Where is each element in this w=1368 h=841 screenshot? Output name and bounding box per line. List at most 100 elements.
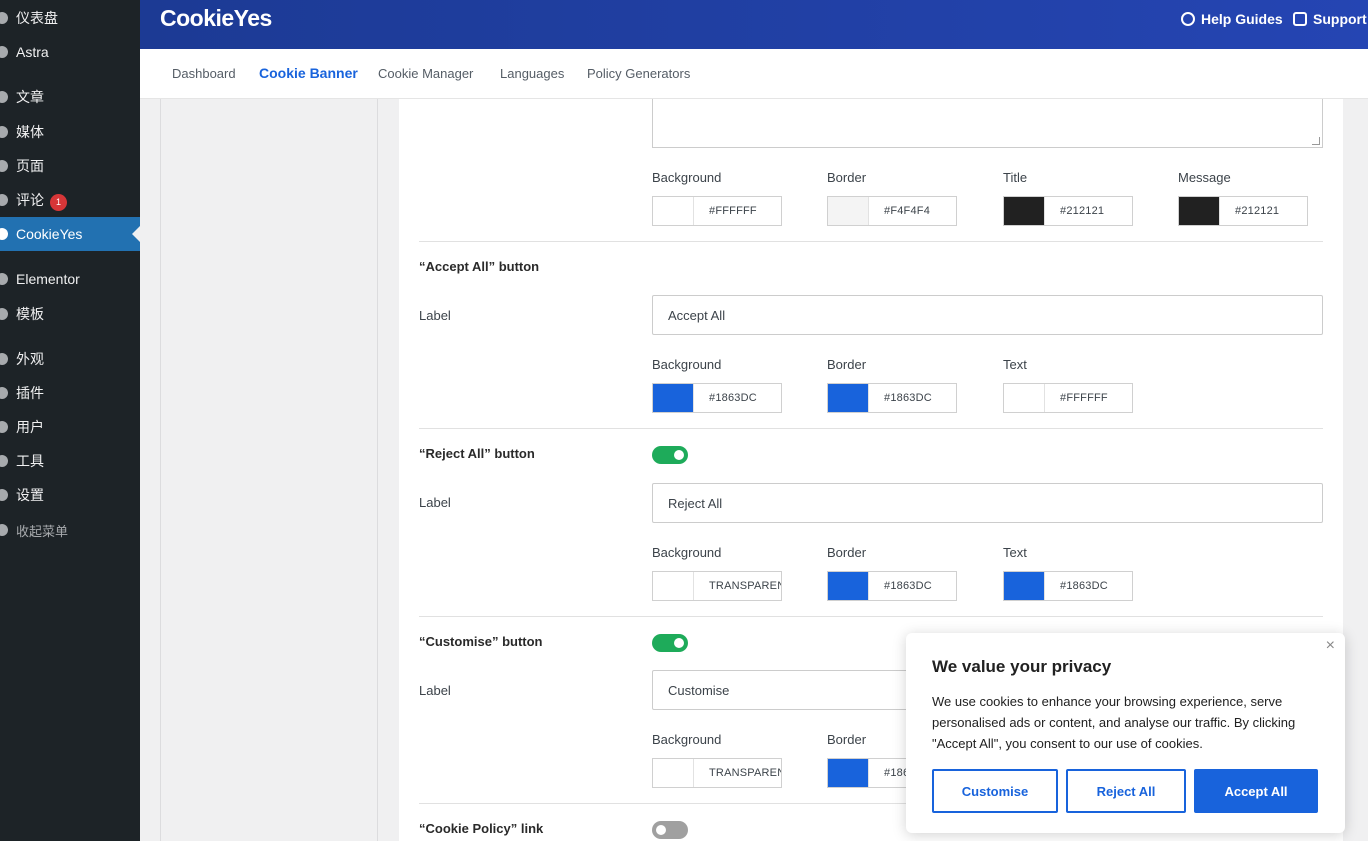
banner-accept-all-button[interactable]: Accept All <box>1194 769 1318 813</box>
color-swatch[interactable] <box>1004 384 1045 412</box>
accept-all-label-input[interactable]: Accept All <box>652 295 1323 335</box>
cookie-policy-toggle[interactable] <box>652 821 688 839</box>
color-hex-input[interactable]: #F4F4F4 <box>869 197 956 225</box>
color-hex-input[interactable]: #FFFFFF <box>1045 384 1132 412</box>
sidebar-item-astra[interactable]: Astra <box>0 35 140 69</box>
sidebar-item-dashboard[interactable]: 仪表盘 <box>0 1 140 35</box>
accept-background-color-picker[interactable]: #1863DC <box>652 383 782 413</box>
accept-text-color-picker[interactable]: #FFFFFF <box>1003 383 1133 413</box>
customise-toggle[interactable] <box>652 634 688 652</box>
sidebar-item-elementor[interactable]: Elementor <box>0 262 140 296</box>
comments-label: 评论 <box>16 191 44 208</box>
comment-icon <box>0 194 8 206</box>
sidebar-item-tools[interactable]: 工具 <box>0 444 140 478</box>
plugin-nav: Dashboard Cookie Banner Cookie Manager L… <box>140 49 1368 99</box>
color-swatch[interactable] <box>828 759 869 787</box>
close-icon[interactable]: × <box>1326 637 1335 655</box>
admin-sidebar: 仪表盘 Astra 文章 媒体 页面 评论 1 CookieYes Element… <box>0 0 140 841</box>
customise-section-title: “Customise” button <box>419 634 543 649</box>
brush-icon <box>0 353 8 365</box>
sidebar-item-cookieyes[interactable]: CookieYes <box>0 217 140 251</box>
accept-text-label: Text <box>1003 357 1027 372</box>
color-hex-input[interactable]: #1863DC <box>694 384 781 412</box>
color-swatch[interactable] <box>1004 197 1045 225</box>
settings-side-panel <box>160 99 378 841</box>
tab-cookie-manager[interactable]: Cookie Manager <box>378 66 473 81</box>
sidebar-collapse-menu[interactable]: 收起菜单 <box>0 513 140 547</box>
cookieyes-logo: CookieYes <box>160 5 272 31</box>
notice-title-color-label: Title <box>1003 170 1028 185</box>
color-hex-input[interactable]: #1863DC <box>869 572 956 600</box>
plugin-header: CookieYes Help Guides Support <box>140 0 1368 49</box>
color-swatch[interactable] <box>828 197 869 225</box>
notice-title-color-picker[interactable]: #212121 <box>1003 196 1133 226</box>
sidebar-item-templates[interactable]: 模板 <box>0 297 140 331</box>
color-swatch[interactable] <box>1179 197 1220 225</box>
support-label: Support <box>1313 11 1367 27</box>
color-hex-input[interactable]: #1863DC <box>869 384 956 412</box>
accept-all-section-title: “Accept All” button <box>419 259 540 274</box>
notice-background-label: Background <box>652 170 722 185</box>
color-hex-input[interactable]: #212121 <box>1220 197 1307 225</box>
notice-border-color-picker[interactable]: #F4F4F4 <box>827 196 957 226</box>
reject-background-color-picker[interactable]: TRANSPARENT <box>652 571 782 601</box>
accept-background-label: Background <box>652 357 722 372</box>
accept-all-label-caption: Label <box>419 308 451 323</box>
reject-text-label: Text <box>1003 545 1027 560</box>
reject-border-label: Border <box>827 545 867 560</box>
color-hex-input[interactable]: #FFFFFF <box>694 197 781 225</box>
tab-cookie-banner[interactable]: Cookie Banner <box>259 65 358 81</box>
color-swatch[interactable] <box>653 197 694 225</box>
banner-customise-button[interactable]: Customise <box>932 769 1058 813</box>
reject-all-toggle[interactable] <box>652 446 688 464</box>
color-swatch[interactable] <box>828 384 869 412</box>
sidebar-item-users[interactable]: 用户 <box>0 410 140 444</box>
tab-languages[interactable]: Languages <box>500 66 564 81</box>
color-swatch[interactable] <box>828 572 869 600</box>
color-swatch[interactable] <box>1004 572 1045 600</box>
tab-dashboard[interactable]: Dashboard <box>172 66 236 81</box>
support-link[interactable]: Support <box>1293 11 1367 27</box>
color-hex-input[interactable]: TRANSPARENT <box>694 759 781 787</box>
sidebar-item-appearance[interactable]: 外观 <box>0 342 140 376</box>
sidebar-item-posts[interactable]: 文章 <box>0 80 140 114</box>
cookieyes-icon <box>0 228 8 240</box>
sidebar-item-plugins[interactable]: 插件 <box>0 376 140 410</box>
notice-message-color-picker[interactable]: #212121 <box>1178 196 1308 226</box>
media-icon <box>0 126 8 138</box>
accept-border-color-picker[interactable]: #1863DC <box>827 383 957 413</box>
notice-border-label: Border <box>827 170 867 185</box>
sidebar-item-media[interactable]: 媒体 <box>0 115 140 149</box>
notice-message-textarea[interactable] <box>652 99 1323 148</box>
color-swatch[interactable] <box>653 759 694 787</box>
sidebar-item-settings[interactable]: 设置 <box>0 478 140 512</box>
comment-count-badge: 1 <box>50 193 67 211</box>
color-hex-input[interactable]: TRANSPARENT <box>694 572 781 600</box>
help-guides-link[interactable]: Help Guides <box>1181 11 1283 27</box>
customise-background-color-picker[interactable]: TRANSPARENT <box>652 758 782 788</box>
notice-background-color-picker[interactable]: #FFFFFF <box>652 196 782 226</box>
banner-message: We use cookies to enhance your browsing … <box>932 694 1296 751</box>
reject-all-label-caption: Label <box>419 495 451 510</box>
reject-all-section-title: “Reject All” button <box>419 446 535 461</box>
color-hex-input[interactable]: #212121 <box>1045 197 1132 225</box>
color-swatch[interactable] <box>653 572 694 600</box>
elementor-icon <box>0 273 8 285</box>
resize-handle-icon[interactable] <box>1312 137 1320 145</box>
tab-policy-generators[interactable]: Policy Generators <box>587 66 690 81</box>
cookie-policy-section-title: “Cookie Policy” link <box>419 821 544 836</box>
color-hex-input[interactable]: #1863DC <box>1045 572 1132 600</box>
reject-border-color-picker[interactable]: #1863DC <box>827 571 957 601</box>
color-swatch[interactable] <box>653 384 694 412</box>
sidebar-item-pages[interactable]: 页面 <box>0 149 140 183</box>
sidebar-item-comments[interactable]: 评论 1 <box>0 183 140 217</box>
reject-text-color-picker[interactable]: #1863DC <box>1003 571 1133 601</box>
page-scroll-area <box>1343 99 1368 841</box>
page-icon <box>0 160 8 172</box>
section-divider <box>419 616 1323 617</box>
user-icon <box>0 421 8 433</box>
reject-all-label-input[interactable]: Reject All <box>652 483 1323 523</box>
chat-icon <box>1293 12 1307 26</box>
settings-icon <box>0 489 8 501</box>
banner-reject-all-button[interactable]: Reject All <box>1066 769 1186 813</box>
